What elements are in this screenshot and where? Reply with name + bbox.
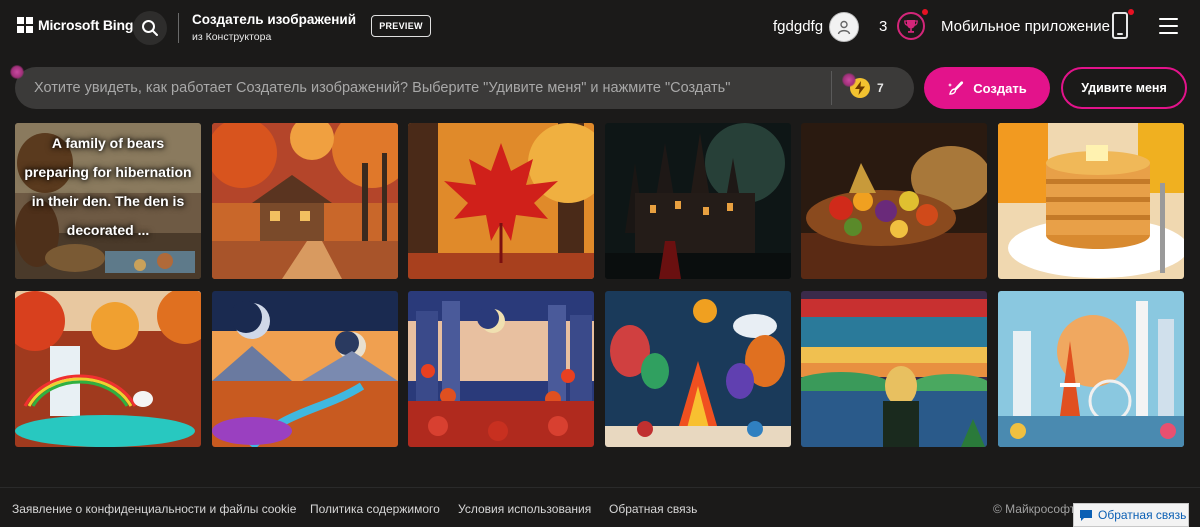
prompt-glow-right	[842, 73, 856, 87]
gallery-tile[interactable]	[605, 291, 791, 447]
feedback-link[interactable]: Обратная связь	[609, 502, 697, 516]
autumn-cabin-image	[212, 123, 398, 279]
gallery-tile[interactable]	[212, 123, 398, 279]
content-policy-link[interactable]: Политика содержимого	[310, 502, 440, 516]
felt-campfire-image	[605, 291, 791, 447]
username[interactable]: fgdgdfg	[773, 18, 823, 35]
phone-icon[interactable]	[1112, 12, 1128, 39]
product-title[interactable]: Создатель изображений	[192, 12, 356, 27]
bing-logo[interactable]: Microsoft Bing	[17, 17, 133, 33]
user-icon	[837, 20, 851, 35]
gallery-tile[interactable]	[408, 291, 594, 447]
create-button[interactable]: Создать	[924, 67, 1050, 109]
woman-at-lake-image	[801, 291, 987, 447]
surprise-me-button[interactable]: Удивите меня	[1061, 67, 1187, 109]
gallery-tile[interactable]	[998, 123, 1184, 279]
search-button[interactable]	[133, 11, 167, 45]
image-creator-page: Microsoft Bing Создатель изображений из …	[0, 0, 1200, 527]
avatar[interactable]	[829, 12, 859, 42]
gallery-tile[interactable]: A family of bears preparing for hibernat…	[15, 123, 201, 279]
gallery-tile[interactable]	[998, 291, 1184, 447]
moons-autumn-valley-image	[212, 291, 398, 447]
prompt-divider	[831, 71, 832, 105]
microsoft-logo-icon	[17, 17, 33, 33]
feedback-button[interactable]: Обратная связь	[1073, 503, 1189, 527]
mobile-notification-dot	[1128, 9, 1134, 15]
header-divider	[178, 13, 179, 43]
dark-castle-image	[605, 123, 791, 279]
waterfall-rainbow-image	[15, 291, 201, 447]
search-icon	[142, 20, 158, 36]
privacy-link[interactable]: Заявление о конфиденциальности и файлы c…	[12, 502, 296, 516]
top-bar: Microsoft Bing Создатель изображений из …	[0, 0, 1200, 56]
tile-caption: A family of bears preparing for hibernat…	[24, 135, 192, 238]
copyright: © Майкрософт	[993, 502, 1076, 516]
mobile-app-link[interactable]: Мобильное приложение	[941, 18, 1110, 35]
create-label: Создать	[973, 80, 1027, 96]
gallery-tile[interactable]	[801, 123, 987, 279]
papercraft-tokyo-image	[998, 291, 1184, 447]
rewards-notification-dot	[922, 9, 928, 15]
prompt-glow-left	[10, 65, 24, 79]
trophy-icon	[904, 20, 918, 33]
prompt-placeholder: Хотите увидеть, как работает Создатель и…	[34, 80, 731, 96]
menu-icon[interactable]	[1159, 18, 1178, 34]
red-maple-leaf-image	[408, 123, 594, 279]
gallery-tile[interactable]	[408, 123, 594, 279]
gallery-tile[interactable]	[15, 291, 201, 447]
cornucopia-image	[801, 123, 987, 279]
feedback-button-label: Обратная связь	[1098, 508, 1187, 522]
pancakes-image	[998, 123, 1184, 279]
terms-link[interactable]: Условия использования	[458, 502, 591, 516]
product-subtitle: из Конструктора	[192, 31, 272, 43]
rewards-count[interactable]: 3	[879, 18, 887, 35]
gallery-tile[interactable]	[212, 291, 398, 447]
footer: Заявление о конфиденциальности и файлы c…	[0, 487, 1200, 527]
brush-sparkle-icon	[948, 81, 964, 95]
rewards-button[interactable]	[897, 12, 925, 40]
gallery-tile[interactable]	[801, 291, 987, 447]
lantern-festival-city-image	[408, 291, 594, 447]
lightning-icon	[855, 81, 865, 95]
prompt-input[interactable]: Хотите увидеть, как работает Создатель и…	[15, 67, 914, 109]
brand-name: Microsoft Bing	[38, 17, 134, 33]
preview-badge: PREVIEW	[371, 15, 431, 37]
chat-bubble-icon	[1080, 509, 1092, 521]
gallery-tile[interactable]	[605, 123, 791, 279]
boost-count: 7	[877, 81, 884, 95]
